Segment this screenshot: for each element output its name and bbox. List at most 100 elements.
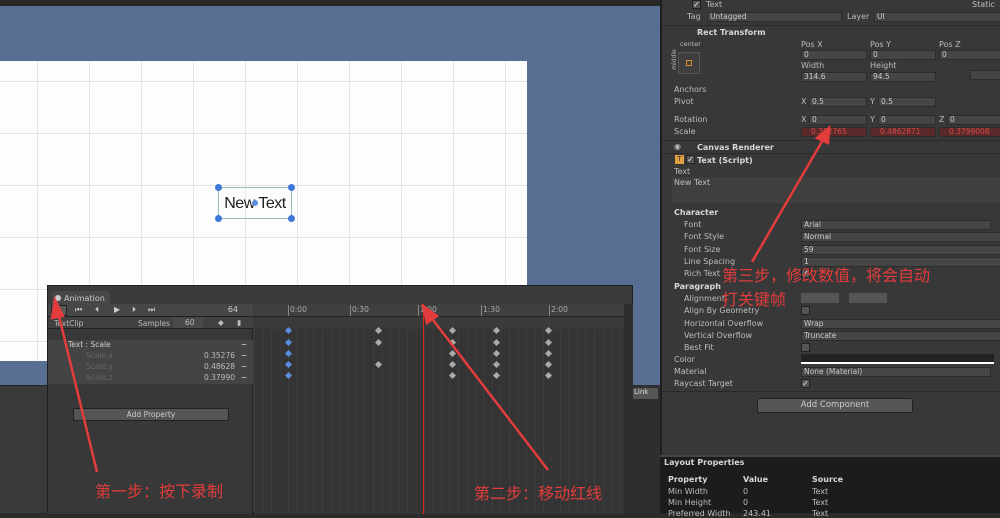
best-fit-checkbox[interactable] [801,343,810,352]
record-button[interactable] [51,305,67,316]
add-event-icon[interactable]: ▮ [237,318,241,327]
keyframe[interactable] [374,360,383,369]
character-section: Character [674,208,719,217]
static-checkbox[interactable]: Static [972,0,995,9]
raw-edit-button[interactable] [970,70,1000,80]
pos-x-field[interactable]: 0 [801,50,867,60]
material-field[interactable]: None (Material) [801,367,991,377]
keyframe[interactable] [544,349,553,358]
prev-key-icon[interactable]: ⏴ [95,305,99,315]
color-field[interactable] [801,354,994,364]
keyframe[interactable] [448,349,457,358]
canvas-renderer-header[interactable]: Canvas Renderer [697,143,774,152]
text-value: New Text [674,178,711,187]
add-property-button[interactable]: Add Property [73,408,229,421]
keyframe[interactable] [492,349,501,358]
v-overflow-dropdown[interactable]: Truncate [801,331,1000,341]
active-checkbox[interactable]: ✓ [692,0,701,9]
scale-x-field[interactable]: 0.352765 [801,127,867,137]
font-field[interactable]: Arial [801,220,991,230]
raycast-checkbox[interactable]: ✓ [801,379,810,388]
tag-dropdown[interactable]: Untagged [707,12,842,22]
scale-z-field[interactable]: 0.3799008 [939,127,1000,137]
rotation-label: Rotation [674,115,708,124]
first-frame-icon[interactable]: ⏮ [75,305,82,315]
pivot-y-field[interactable]: 0.5 [878,97,936,107]
font-style-dropdown[interactable]: Normal [801,232,1000,242]
property-row[interactable]: Text : Scale − [48,340,253,351]
cell: Text [812,487,829,496]
annotation-step2: 第二步：移动红线 [474,484,603,503]
keyframe[interactable] [284,349,293,358]
resize-handle[interactable] [288,184,295,191]
tab-animation[interactable]: Animation [52,291,110,305]
resize-handle[interactable] [215,184,222,191]
keyframe[interactable] [448,338,457,347]
pivot-handle[interactable] [252,200,258,206]
keyframe[interactable] [448,371,457,380]
text-script-header[interactable]: Text (Script) [697,156,753,165]
keyframe[interactable] [448,360,457,369]
keyframe[interactable] [284,338,293,347]
align-geometry-checkbox[interactable] [801,306,810,315]
add-component-button[interactable]: Add Component [757,398,913,413]
anchors-foldout[interactable]: Anchors [674,85,706,94]
h-overflow-dropdown[interactable]: Wrap [801,319,1000,329]
vertical-alignment-buttons[interactable] [849,293,887,303]
clip-dropdown[interactable]: TextClip [54,319,83,328]
pivot-x-field[interactable]: 0.5 [809,97,867,107]
frame-field[interactable]: 64 [208,305,248,316]
text-object[interactable]: New Text [215,184,295,222]
font-size-field[interactable]: 59 [801,245,1000,255]
pos-z-field[interactable]: 0 [939,50,1000,60]
remove-icon[interactable]: − [241,362,247,371]
keyframe[interactable] [284,360,293,369]
rotation-z-field[interactable]: 0 [947,115,1000,125]
object-name[interactable]: Text [706,0,722,9]
property-value[interactable]: 0.48628 [204,362,235,371]
scale-y-field[interactable]: 0.4862871 [870,127,936,137]
property-row[interactable]: Scale.x 0.35276− [48,351,253,362]
height-field[interactable]: 94.5 [870,72,936,82]
layout-properties-title: Layout Properties [664,458,745,467]
rotation-x-field[interactable]: 0 [809,115,867,125]
resize-handle[interactable] [215,215,222,222]
property-row[interactable]: Scale.y 0.48628− [48,362,253,373]
ruler-tick: 0:30 [350,305,369,316]
remove-icon[interactable]: − [241,373,247,382]
playhead-line[interactable] [423,304,424,514]
keyframe[interactable] [544,371,553,380]
annotation-step3-line2: 打关键帧 [722,290,787,309]
keyframe[interactable] [284,371,293,380]
keyframe[interactable] [544,338,553,347]
keyframe[interactable] [492,338,501,347]
keyframe[interactable] [544,360,553,369]
resize-handle[interactable] [288,215,295,222]
text-enabled-checkbox[interactable]: ✓ [686,155,695,164]
inspector-panel: ✓ Text Static Tag Untagged Layer UI Rect… [660,0,1000,455]
property-value[interactable]: 0.35276 [204,351,235,360]
anchor-preset-button[interactable] [678,52,700,74]
play-icon[interactable]: ▶ [114,305,120,314]
keyframe[interactable] [374,338,383,347]
layer-dropdown[interactable]: UI [874,12,1000,22]
remove-icon[interactable]: − [241,351,247,360]
scrollbar[interactable] [624,304,633,514]
rect-transform-header[interactable]: Rect Transform [697,28,766,37]
rotation-y-field[interactable]: 0 [878,115,936,125]
pos-y-field[interactable]: 0 [870,50,936,60]
width-field[interactable]: 314.6 [801,72,867,82]
text-area[interactable]: New Text [672,177,1000,203]
remove-icon[interactable]: − [241,340,247,349]
last-frame-icon[interactable]: ⏭ [148,305,155,315]
keyframe[interactable] [492,360,501,369]
time-ruler[interactable]: 0:00 0:30 1:00 1:30 2:00 [254,304,624,317]
property-row[interactable]: Scale.z 0.37990− [48,373,253,384]
property-value[interactable]: 0.37990 [204,373,235,382]
keyframe[interactable] [492,371,501,380]
link-button[interactable]: Link [632,388,658,399]
next-key-icon[interactable]: ⏵ [132,305,136,315]
samples-field[interactable]: 60 [173,318,203,328]
horizontal-alignment-buttons[interactable] [801,293,839,303]
add-keyframe-icon[interactable]: ◆ [218,318,224,327]
